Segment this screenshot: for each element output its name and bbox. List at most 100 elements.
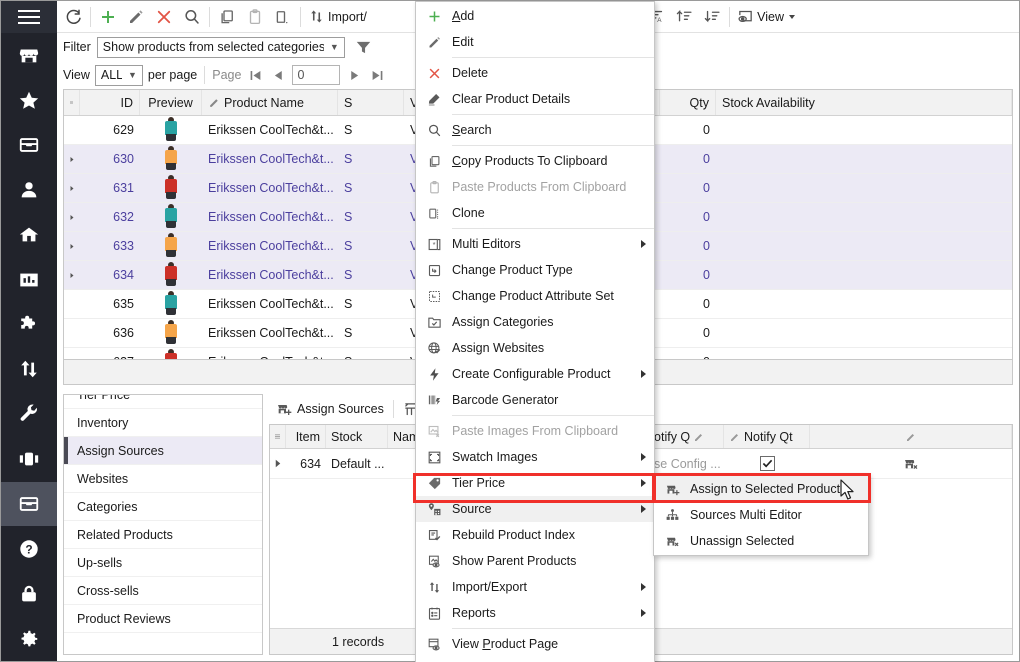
clone-button[interactable]: [269, 3, 297, 31]
sidebar-item-store[interactable]: [1, 33, 57, 78]
menu-item-view-product-admin-panel[interactable]: View Product Admin Panel: [416, 657, 654, 662]
row-expander[interactable]: [64, 319, 80, 347]
sidebar-item-favorites[interactable]: [1, 78, 57, 123]
sidebar-item-products[interactable]: [1, 481, 57, 527]
filter-select[interactable]: Show products from selected categories ▼: [96, 36, 345, 58]
sidebar-item-import-export[interactable]: [1, 347, 57, 392]
product-context-menu[interactable]: Add Edit Delete Clear Product Details Search…: [415, 1, 655, 662]
menu-item-source[interactable]: Source: [416, 496, 654, 522]
menu-item-change-product-attribute-set[interactable]: Change Product Attribute Set: [416, 283, 654, 309]
row-expander[interactable]: [64, 290, 80, 318]
menu-item-import-export[interactable]: Import/Export: [416, 574, 654, 600]
menu-item-multi-editors[interactable]: * Multi Editors: [416, 231, 654, 257]
menu-item-reports[interactable]: Reports: [416, 600, 654, 626]
view-button[interactable]: View: [733, 3, 799, 31]
cell-product-name: Erikssen CoolTech&t...: [208, 268, 334, 282]
copy-button[interactable]: [213, 3, 241, 31]
filter-value: Show products from selected categories: [102, 40, 324, 54]
sidebar-item-websites[interactable]: Websites: [64, 465, 262, 493]
prev-page-button[interactable]: [269, 65, 287, 85]
column-header-stock[interactable]: Stock Availability: [716, 90, 1012, 115]
sort-asc-button[interactable]: [670, 3, 698, 31]
sidebar-item-help[interactable]: ?: [1, 526, 57, 571]
menu-item-view-product-page[interactable]: View Product Page: [416, 631, 654, 657]
sidebar-item-tier-price[interactable]: Tier Price: [64, 395, 262, 409]
search-button[interactable]: [178, 3, 206, 31]
sidebar-item-inbox[interactable]: [1, 123, 57, 168]
row-expander[interactable]: [64, 174, 80, 202]
sidebar-item-settings[interactable]: [1, 616, 57, 661]
sidebar-item-tools[interactable]: [1, 392, 57, 437]
row-expander[interactable]: [270, 449, 286, 478]
sources-column-actions[interactable]: [810, 425, 1012, 448]
edit-button[interactable]: [122, 3, 150, 31]
paste-button[interactable]: [241, 3, 269, 31]
menu-item-delete[interactable]: Delete: [416, 60, 654, 86]
per-page-select[interactable]: ALL ▼: [94, 64, 143, 86]
sidebar-item-related-products[interactable]: Related Products: [64, 521, 262, 549]
sidebar-item-assign-sources[interactable]: Assign Sources: [64, 437, 262, 465]
row-expander[interactable]: [64, 261, 80, 289]
sources-column-item[interactable]: Item: [286, 425, 326, 448]
sidebar-item-home[interactable]: [1, 212, 57, 257]
menu-item-clear-product-details[interactable]: Clear Product Details: [416, 86, 654, 112]
menu-item-barcode-generator[interactable]: Barcode Generator: [416, 387, 654, 413]
column-header-qty[interactable]: Qty: [660, 90, 716, 115]
source-submenu[interactable]: Assign to Selected Products Sources Multi…: [653, 474, 869, 556]
column-header-status[interactable]: S: [338, 90, 404, 115]
sidebar-item-license[interactable]: [1, 571, 57, 616]
assign-sources-button[interactable]: Assign Sources: [271, 396, 389, 422]
sources-column-stock[interactable]: Stock: [326, 425, 388, 448]
menu-item-clone[interactable]: Clone: [416, 200, 654, 226]
funnel-icon[interactable]: [351, 39, 376, 56]
cell-preview: [140, 348, 202, 359]
column-header-product-name[interactable]: Product Name: [202, 90, 338, 115]
menu-item-show-parent-products[interactable]: Show Parent Products: [416, 548, 654, 574]
column-header-id[interactable]: ID: [80, 90, 140, 115]
menu-item-edit[interactable]: Edit: [416, 29, 654, 55]
menu-item-unassign-selected[interactable]: Unassign Selected: [654, 528, 868, 554]
refresh-button[interactable]: [59, 3, 87, 31]
row-expander[interactable]: [64, 232, 80, 260]
row-expander[interactable]: [64, 145, 80, 173]
submenu-arrow-icon: [641, 583, 646, 591]
delete-button[interactable]: [150, 3, 178, 31]
sidebar-item-product-reviews[interactable]: Product Reviews: [64, 605, 262, 633]
menu-item-add[interactable]: Add: [416, 3, 654, 29]
menu-item-assign-categories[interactable]: Assign Categories: [416, 309, 654, 335]
sidebar-item-categories[interactable]: Categories: [64, 493, 262, 521]
checkbox-icon[interactable]: [759, 456, 775, 471]
menu-item-change-product-type[interactable]: Change Product Type: [416, 257, 654, 283]
sidebar-item-inventory[interactable]: Inventory: [64, 409, 262, 437]
menu-item-assign-to-selected-products[interactable]: Assign to Selected Products: [654, 476, 868, 502]
sort-desc-button[interactable]: [698, 3, 726, 31]
menu-item-search[interactable]: Search: [416, 117, 654, 143]
menu-item-sources-multi-editor[interactable]: Sources Multi Editor: [654, 502, 868, 528]
menu-item-create-configurable-product[interactable]: Create Configurable Product: [416, 361, 654, 387]
sidebar-item-up-sells[interactable]: Up-sells: [64, 549, 262, 577]
menu-item-assign-websites[interactable]: Assign Websites: [416, 335, 654, 361]
row-expander[interactable]: [64, 348, 80, 359]
page-input[interactable]: 0: [292, 65, 341, 85]
sidebar-item-reports[interactable]: [1, 257, 57, 302]
column-header-preview[interactable]: Preview: [140, 90, 202, 115]
sidebar-item-addons[interactable]: [1, 302, 57, 347]
sidebar-item-customers[interactable]: [1, 167, 57, 212]
menu-item-copy-products-to-clipboard[interactable]: Copy Products To Clipboard: [416, 148, 654, 174]
import-export-button[interactable]: Import/: [304, 3, 371, 31]
sidebar-item-layout[interactable]: [1, 437, 57, 482]
first-page-button[interactable]: [246, 65, 264, 85]
add-button[interactable]: [94, 3, 122, 31]
row-expander[interactable]: [64, 116, 80, 144]
hamburger-icon[interactable]: [1, 1, 57, 33]
sidebar-item-cross-sells[interactable]: Cross-sells: [64, 577, 262, 605]
last-page-button[interactable]: [368, 65, 386, 85]
menu-item-swatch-images[interactable]: Swatch Images: [416, 444, 654, 470]
next-page-button[interactable]: [345, 65, 363, 85]
menu-item-rebuild-product-index[interactable]: Rebuild Product Index: [416, 522, 654, 548]
row-expander[interactable]: [64, 203, 80, 231]
grid-menu-icon[interactable]: [64, 90, 80, 115]
menu-item-tier-price[interactable]: Tier Price: [416, 470, 654, 496]
sources-column-notify-qt[interactable]: Notify Qt: [724, 425, 810, 448]
sources-grid-menu-icon[interactable]: [270, 425, 286, 448]
